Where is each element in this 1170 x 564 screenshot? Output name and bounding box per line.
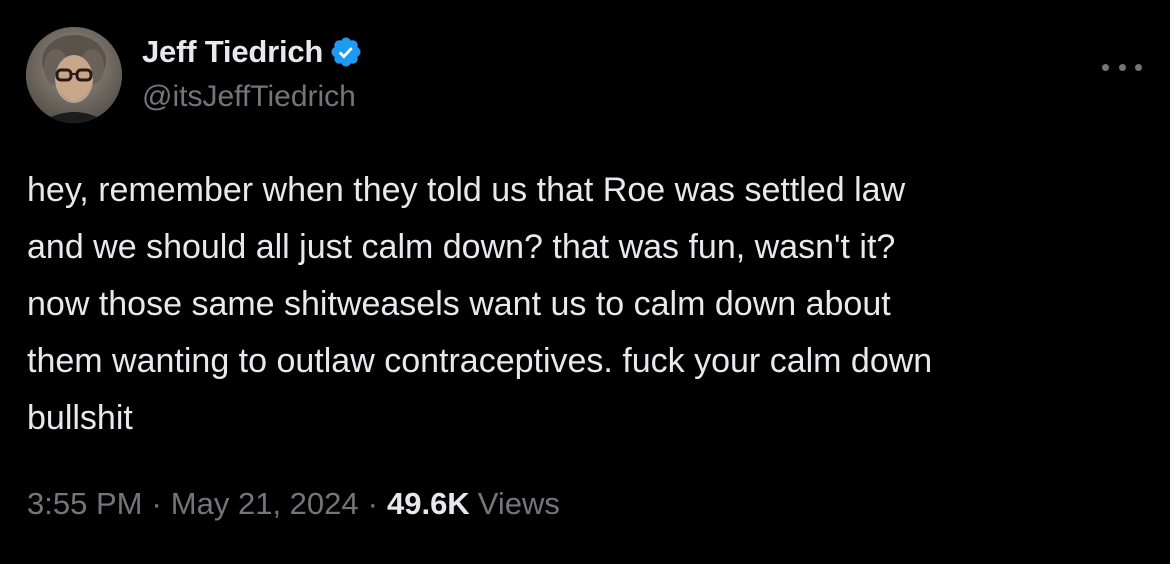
avatar-image bbox=[26, 27, 122, 123]
author-name-row: Jeff Tiedrich bbox=[142, 30, 363, 74]
tweet-date[interactable]: May 21, 2024 bbox=[171, 486, 359, 522]
views-count[interactable]: 49.6K bbox=[387, 486, 470, 522]
tweet-time[interactable]: 3:55 PM bbox=[27, 486, 142, 522]
avatar[interactable] bbox=[26, 27, 122, 123]
tweet-text-line: and we should all just calm down? that w… bbox=[27, 228, 896, 266]
views-label: Views bbox=[477, 486, 560, 521]
tweet-text-line: now those same shitweasels want us to ca… bbox=[27, 285, 891, 323]
tweet-text-line: them wanting to outlaw contraceptives. f… bbox=[27, 342, 933, 380]
meta-separator: · bbox=[151, 486, 162, 521]
more-dot bbox=[1102, 63, 1109, 71]
tweet-meta: 3:55 PM · May 21, 2024 · 49.6K Views bbox=[27, 486, 560, 522]
more-dot bbox=[1135, 63, 1142, 71]
more-horizontal-icon[interactable] bbox=[1102, 58, 1142, 76]
author-handle[interactable]: @itsJeffTiedrich bbox=[142, 80, 356, 114]
tweet-card: Jeff Tiedrich @itsJeffTiedrich hey, reme… bbox=[0, 0, 1170, 564]
tweet-text: hey, remember when they told us that Roe… bbox=[27, 162, 1152, 447]
verified-badge-icon[interactable] bbox=[329, 35, 363, 69]
tweet-text-line: bullshit bbox=[27, 399, 133, 437]
meta-separator: · bbox=[367, 486, 378, 521]
tweet-text-line: hey, remember when they told us that Roe… bbox=[27, 171, 906, 209]
author-display-name[interactable]: Jeff Tiedrich bbox=[142, 34, 323, 70]
more-dot bbox=[1118, 63, 1126, 71]
